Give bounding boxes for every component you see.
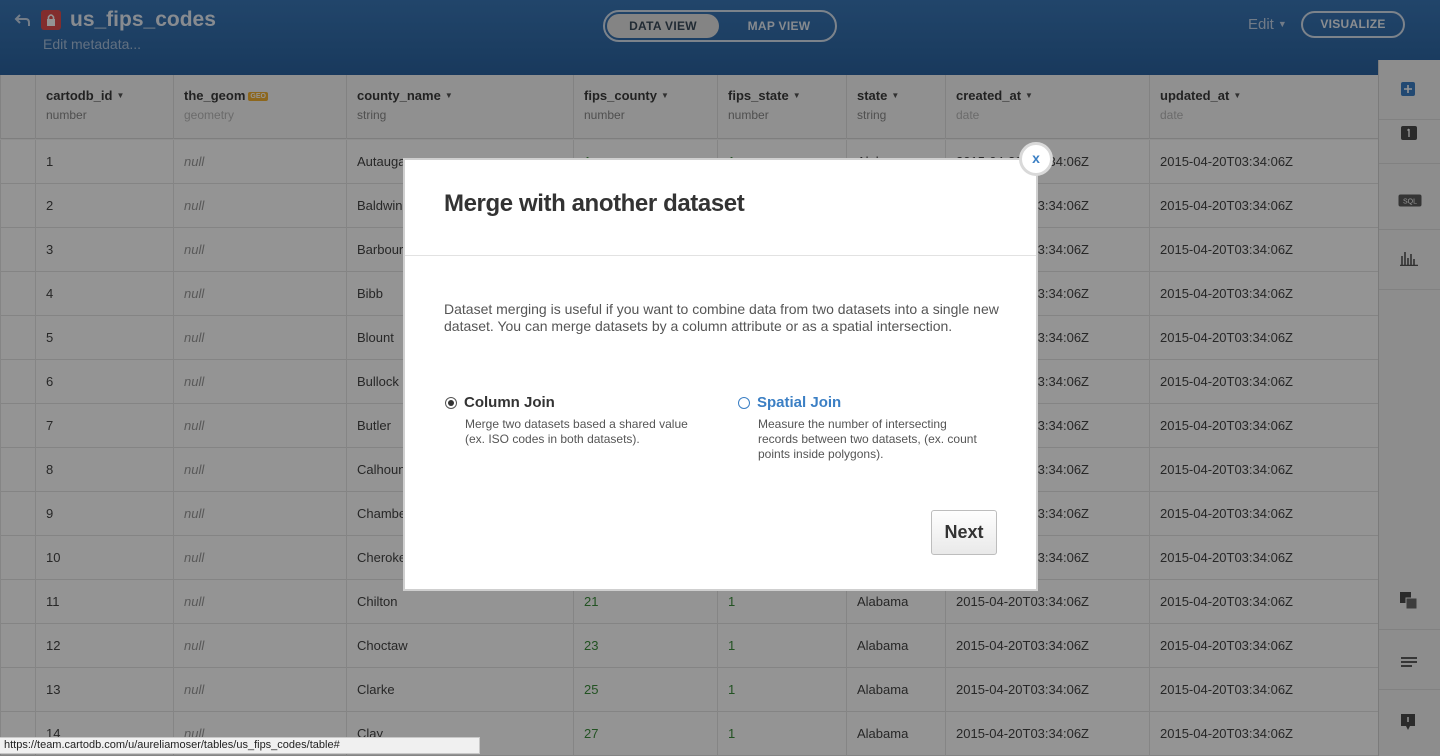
dialog-description: Dataset merging is useful if you want to… — [444, 301, 999, 334]
merge-dataset-dialog: Merge with another dataset Dataset mergi… — [403, 158, 1038, 591]
column-join-label[interactable]: Column Join — [464, 394, 555, 411]
close-icon[interactable]: x — [1019, 142, 1053, 176]
dialog-title: Merge with another dataset — [444, 190, 745, 217]
spatial-join-description: Measure the number of intersecting recor… — [758, 417, 977, 461]
next-button[interactable]: Next — [931, 510, 997, 555]
browser-status-url: https://team.cartodb.com/u/aureliamoser/… — [0, 737, 480, 754]
spatial-join-radio[interactable] — [738, 397, 750, 409]
divider — [405, 255, 1036, 256]
column-join-description: Merge two datasets based a shared value … — [465, 417, 688, 446]
spatial-join-label[interactable]: Spatial Join — [757, 394, 841, 411]
column-join-radio[interactable] — [445, 397, 457, 409]
